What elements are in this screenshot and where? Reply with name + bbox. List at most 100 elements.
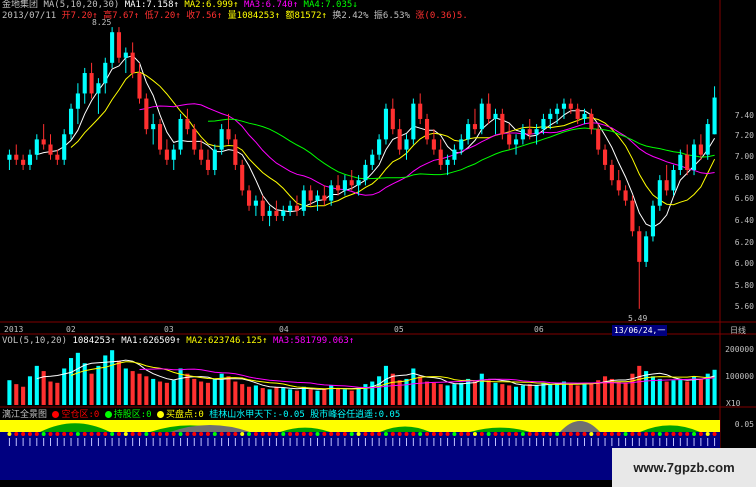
- indicator-dot: [411, 432, 416, 436]
- candle-body: [404, 139, 409, 150]
- volume-bar: [664, 381, 669, 405]
- candle-body: [199, 149, 204, 160]
- candle-body: [486, 103, 491, 119]
- indicator-dot: [315, 432, 320, 436]
- volume-bar: [678, 378, 683, 405]
- indicator-dot: [192, 432, 197, 436]
- candle-body: [602, 149, 608, 165]
- candle-body: [82, 73, 87, 94]
- indicator-dot: [308, 432, 313, 436]
- volume-bar: [555, 382, 560, 405]
- candle-body: [103, 62, 108, 84]
- volume-header: VOL(5,10,20) 1084253↑ MA1:626509↑ MA2:62…: [2, 336, 354, 347]
- volume-bar: [151, 378, 156, 405]
- vol-ma1: MA1:626509↑: [121, 336, 181, 346]
- candle-body: [356, 180, 361, 186]
- candle-body: [609, 164, 614, 181]
- candle-body: [431, 139, 436, 150]
- indicator-dot: [41, 432, 46, 436]
- legend-holding: 持股区:0: [104, 410, 152, 420]
- candle-body: [575, 108, 580, 119]
- stock-name: 金地集团: [2, 0, 39, 10]
- bar-date: 2013/07/11: [2, 11, 57, 21]
- indicator-title: 漓江全景图: [2, 410, 48, 420]
- legend-empty-position: 空仓区:0: [52, 410, 99, 420]
- volume-bar: [644, 371, 649, 405]
- volume-bar: [561, 381, 567, 405]
- volume-bar: [691, 376, 697, 405]
- candle-body: [712, 97, 717, 135]
- volume-bar: [383, 365, 389, 405]
- volume-bar: [82, 363, 87, 405]
- indicator-dot: [548, 432, 553, 436]
- indicator-dot: [685, 432, 690, 436]
- yellow-dot-icon: [156, 411, 164, 418]
- volume-bar: [199, 381, 204, 405]
- indicator-dot: [616, 432, 621, 436]
- volume-bar: [157, 381, 163, 405]
- volume-bar: [116, 360, 122, 405]
- indicator-dot: [582, 432, 587, 436]
- vol-ma2: MA2:623746.125↑: [186, 336, 268, 346]
- volume-bar: [712, 369, 717, 405]
- candle-body: [548, 113, 553, 119]
- indicator-dot: [479, 432, 484, 436]
- volume-bar: [68, 358, 74, 405]
- candle-body: [110, 32, 115, 63]
- indicator-text-1: 桂林山水甲天下:-0.05: [209, 410, 305, 420]
- period-label[interactable]: 日线: [730, 325, 746, 336]
- candle-body: [466, 124, 471, 140]
- indicator-dot: [712, 432, 717, 436]
- candle-body: [342, 180, 347, 191]
- indicator-dot: [14, 432, 19, 436]
- indicator-dot: [247, 432, 252, 436]
- indicator-dot: [657, 432, 662, 436]
- indicator-dot: [514, 432, 519, 436]
- indicator-dot: [205, 432, 210, 436]
- indicator-dot: [541, 432, 546, 436]
- volume-bar: [267, 389, 272, 405]
- volume-bar: [164, 382, 169, 405]
- volume-bar: [582, 384, 587, 405]
- vol-value: 1084253↑: [72, 336, 116, 346]
- indicator-dot: [459, 432, 464, 436]
- candle-body: [144, 98, 149, 130]
- candle-body: [650, 205, 656, 237]
- candle-body: [377, 139, 382, 155]
- volume-bar: [397, 380, 402, 405]
- candle-body: [205, 159, 211, 170]
- indicator-dot: [281, 432, 286, 436]
- indicator-dot: [7, 432, 12, 436]
- candle-body: [657, 180, 662, 206]
- indicator-dot: [527, 432, 532, 436]
- indicator-dot: [75, 432, 80, 436]
- volume-bar: [616, 381, 621, 405]
- candle-body: [294, 205, 300, 211]
- candle-body: [637, 231, 642, 262]
- indicator-dot: [397, 432, 402, 436]
- indicator-dot: [226, 432, 231, 436]
- candle-body: [157, 124, 163, 150]
- volume-bar: [548, 384, 553, 405]
- candle-body: [370, 154, 375, 165]
- indicator-dot: [644, 432, 649, 436]
- indicator-dot: [62, 432, 67, 436]
- indicator-dot: [322, 432, 327, 436]
- price-tick: 6.40: [734, 216, 754, 225]
- indicator-dot: [253, 432, 258, 436]
- volume-bar: [212, 378, 217, 405]
- green-dot-icon: [104, 411, 112, 418]
- volume-bar: [445, 385, 450, 405]
- indicator-dot: [445, 432, 450, 436]
- indicator-dot: [199, 432, 204, 436]
- volume-bar: [103, 355, 108, 405]
- volume-bar: [520, 385, 525, 405]
- volume-bar: [75, 352, 80, 405]
- indicator-axis-tick: 0.05: [734, 420, 754, 429]
- candle-body: [212, 149, 217, 170]
- volume-bar: [171, 380, 176, 405]
- candle-body: [568, 103, 573, 109]
- volume-bar: [623, 382, 628, 405]
- volume-bar: [288, 389, 293, 405]
- volume-bar: [27, 376, 33, 405]
